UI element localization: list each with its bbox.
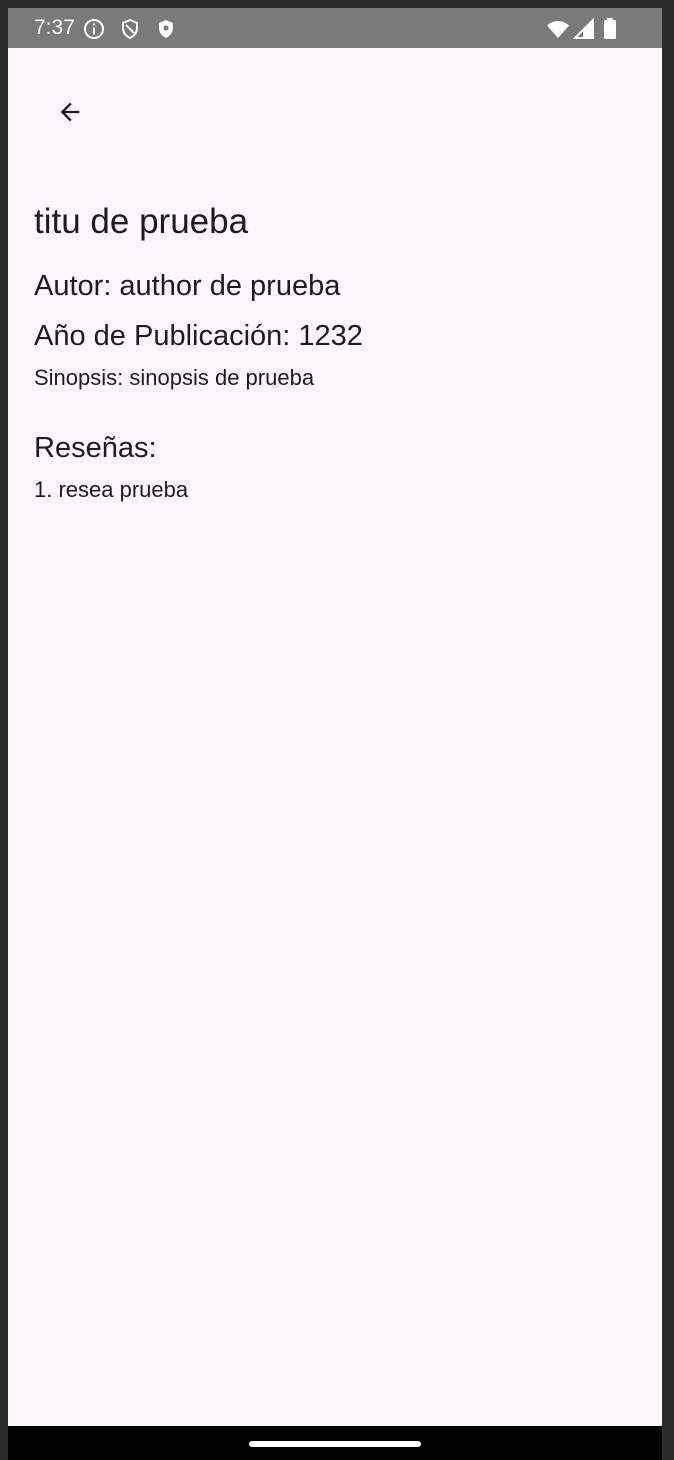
book-detail: titu de prueba Autor: author de prueba A… [34, 198, 636, 506]
book-author: Autor: author de prueba [34, 270, 341, 302]
wifi-icon [546, 17, 570, 41]
status-bar: 7:37 [8, 8, 662, 48]
app-screen: 7:37 titu de prueba Autor: author de pru… [8, 8, 662, 1426]
status-time: 7:37 [34, 16, 75, 39]
system-navigation-bar [8, 1426, 662, 1460]
reviews-list: 1. resea prueba [34, 474, 636, 506]
battery-icon [598, 17, 622, 41]
shield-security-icon [154, 17, 178, 41]
back-button[interactable] [46, 88, 94, 136]
info-circle-icon [82, 17, 106, 41]
book-synopsis: Sinopsis: sinopsis de prueba [34, 365, 315, 390]
review-item: 1. resea prueba [34, 477, 189, 502]
arrow-back-icon [56, 98, 84, 126]
home-gesture-handle[interactable] [249, 1441, 421, 1447]
signal-icon [572, 17, 596, 41]
reviews-heading: Reseñas: [34, 432, 157, 464]
book-publication-year: Año de Publicación: 1232 [34, 320, 363, 352]
vpn-shield-icon [118, 17, 142, 41]
book-title: titu de prueba [34, 202, 249, 241]
